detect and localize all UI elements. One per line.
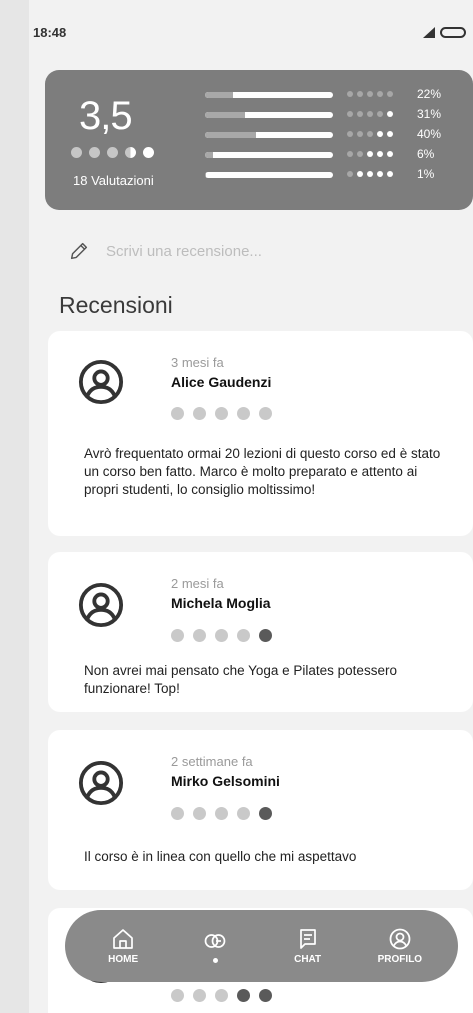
courses-icon <box>205 934 226 948</box>
write-review-placeholder: Scrivi una recensione... <box>106 242 262 260</box>
user-avatar-icon <box>78 760 124 806</box>
user-avatar-icon <box>78 582 124 628</box>
distribution-row: 1% <box>205 167 467 189</box>
nav-profile-label: PROFILO <box>377 954 423 965</box>
rating-dot-half <box>125 147 136 158</box>
bottom-navigation: HOME CHAT PROFILO <box>65 910 458 982</box>
distribution-bar <box>205 112 333 118</box>
review-text: Il corso è in linea con quello che mi as… <box>84 849 357 864</box>
distribution-bar <box>205 172 333 178</box>
distribution-bar-fill <box>205 152 213 158</box>
review-card: 3 mesi fa Alice Gaudenzi Avrò frequentat… <box>48 331 473 536</box>
write-review-button[interactable]: Scrivi una recensione... <box>68 236 262 266</box>
rating-distribution: 22% 31% 40% 6% 1% <box>205 87 467 189</box>
review-author: Alice Gaudenzi <box>171 374 272 390</box>
distribution-dots <box>347 91 393 97</box>
profile-icon <box>389 928 411 950</box>
review-card: 2 settimane fa Mirko Gelsomini Il corso … <box>48 730 473 890</box>
review-rating <box>171 407 272 420</box>
distribution-bar-fill <box>205 92 234 98</box>
app-screen: 18:48 3,5 18 Valutazioni 22% 31% 40% 6% … <box>29 0 473 1013</box>
distribution-row: 40% <box>205 127 467 149</box>
distribution-dots <box>347 151 393 157</box>
chat-icon <box>299 929 316 949</box>
distribution-percent: 1% <box>417 167 435 181</box>
distribution-row: 31% <box>205 107 467 129</box>
reviews-title: Recensioni <box>59 292 173 318</box>
review-author: Michela Moglia <box>171 595 271 611</box>
distribution-percent: 31% <box>417 107 442 121</box>
review-rating <box>171 807 272 820</box>
rating-dot <box>71 147 82 158</box>
review-author: Mirko Gelsomini <box>171 773 280 789</box>
distribution-bar <box>205 92 333 98</box>
distribution-bar <box>205 132 333 138</box>
signal-icon <box>423 27 435 38</box>
user-avatar-icon <box>78 359 124 405</box>
distribution-dots <box>347 171 393 177</box>
distribution-dots <box>347 111 393 117</box>
distribution-percent: 6% <box>417 147 435 161</box>
distribution-bar-fill <box>205 112 245 118</box>
distribution-bar <box>205 152 333 158</box>
review-text: Non avrei mai pensato che Yoga e Pilates… <box>84 663 397 696</box>
distribution-bar-fill <box>205 132 257 138</box>
review-text: Avrò frequentato ormai 20 lezioni di que… <box>84 446 441 497</box>
battery-icon <box>440 27 466 38</box>
distribution-dots <box>347 131 393 137</box>
rating-count: 18 Valutazioni <box>73 173 154 188</box>
average-rating: 3,5 <box>79 94 133 138</box>
status-bar: 18:48 <box>29 0 473 66</box>
rating-dot-full <box>143 147 154 158</box>
distribution-row: 6% <box>205 147 467 169</box>
nav-home[interactable]: HOME <box>88 927 158 965</box>
nav-active-indicator <box>212 958 218 963</box>
distribution-percent: 22% <box>417 87 442 101</box>
nav-chat-label: CHAT <box>294 954 322 965</box>
pencil-icon <box>70 242 88 260</box>
rating-dot <box>107 147 118 158</box>
distribution-percent: 40% <box>417 127 442 141</box>
average-rating-dots <box>71 147 154 158</box>
rating-summary-card: 3,5 18 Valutazioni 22% 31% 40% 6% 1% <box>45 70 473 210</box>
review-date: 2 mesi fa <box>171 576 224 591</box>
review-date: 2 settimane fa <box>171 754 253 769</box>
review-date: 3 mesi fa <box>171 355 224 370</box>
nav-chat[interactable]: CHAT <box>273 927 343 965</box>
nav-home-label: HOME <box>108 954 139 965</box>
home-icon <box>113 929 133 949</box>
distribution-bar-fill <box>205 172 207 178</box>
rating-dot <box>89 147 100 158</box>
nav-profile[interactable]: PROFILO <box>365 927 435 965</box>
status-time: 18:48 <box>33 25 67 40</box>
nav-courses[interactable] <box>180 929 250 963</box>
distribution-row: 22% <box>205 87 467 109</box>
review-rating <box>171 989 272 1002</box>
review-card: 2 mesi fa Michela Moglia Non avrei mai p… <box>48 552 473 712</box>
review-rating <box>171 629 272 642</box>
